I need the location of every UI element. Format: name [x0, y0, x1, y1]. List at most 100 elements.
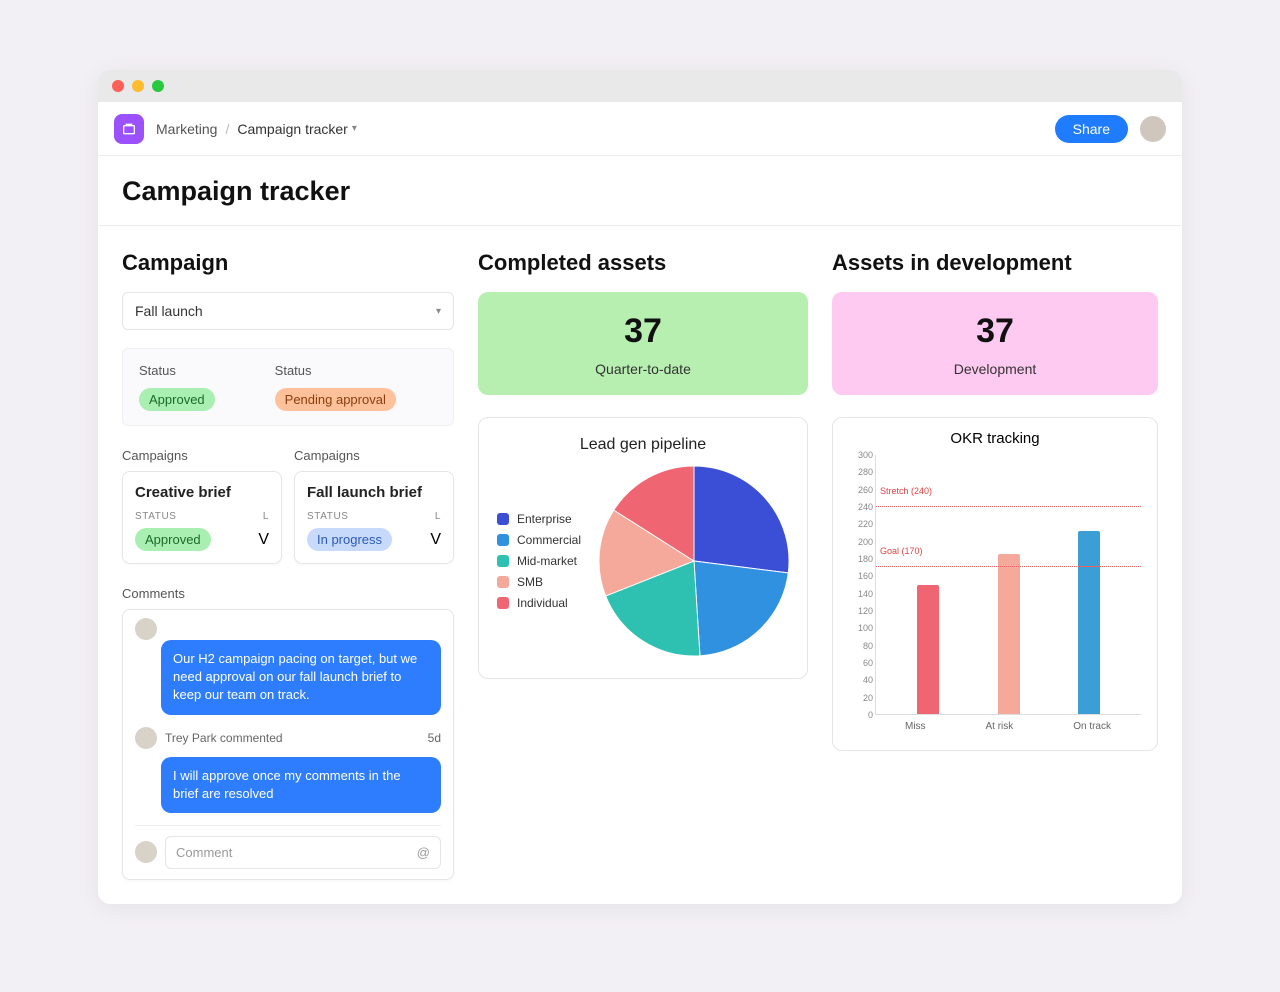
current-user-avatar — [135, 841, 157, 863]
legend-item[interactable]: Mid-market — [497, 554, 581, 568]
legend-label: SMB — [517, 575, 543, 589]
y-tick: 300 — [858, 450, 873, 460]
left-column: Campaign Fall launch ▾ Status Approved S… — [122, 250, 454, 880]
commenter-avatar — [135, 618, 157, 640]
x-label: On track — [1073, 721, 1111, 732]
breadcrumb-current[interactable]: Campaign tracker ▾ — [237, 121, 357, 137]
x-label: At risk — [985, 721, 1013, 732]
comment-placeholder: Comment — [176, 845, 232, 860]
window-minimize-button[interactable] — [132, 80, 144, 92]
card-title: Creative brief — [135, 484, 269, 501]
status-badge-pending: Pending approval — [275, 388, 396, 411]
y-tick: 0 — [868, 710, 873, 720]
metric-value: 37 — [478, 312, 808, 351]
metric-value: 37 — [832, 312, 1158, 351]
pie-chart-title: Lead gen pipeline — [497, 436, 789, 454]
y-tick: 240 — [858, 502, 873, 512]
chevron-down-icon: ▾ — [352, 123, 357, 134]
breadcrumb-separator: / — [225, 121, 229, 137]
assets-dev-heading: Assets in development — [832, 250, 1158, 276]
window-zoom-button[interactable] — [152, 80, 164, 92]
legend-swatch — [497, 576, 509, 588]
legend-item[interactable]: Enterprise — [497, 512, 581, 526]
completed-assets-heading: Completed assets — [478, 250, 808, 276]
card-col2-label: L — [263, 511, 269, 522]
comment-input[interactable]: Comment @ — [165, 836, 441, 869]
metric-tile-completed: 37 Quarter-to-date — [478, 292, 808, 395]
campaign-card[interactable]: Fall launch brief STATUS L In progress V — [294, 471, 454, 564]
status-block: Status Approved Status Pending approval — [122, 348, 454, 426]
comment-bubble: I will approve once my comments in the b… — [161, 757, 441, 813]
breadcrumb: Marketing / Campaign tracker ▾ — [156, 121, 357, 137]
window-close-button[interactable] — [112, 80, 124, 92]
bar-chart-card: OKR tracking 020406080100120140160180200… — [832, 417, 1158, 751]
bar-on-track[interactable] — [1078, 531, 1100, 714]
campaign-card[interactable]: Creative brief STATUS L Approved V — [122, 471, 282, 564]
y-tick: 40 — [863, 675, 873, 685]
y-tick: 20 — [863, 693, 873, 703]
legend-label: Individual — [517, 596, 568, 610]
comments-heading: Comments — [122, 586, 454, 601]
y-tick: 220 — [858, 519, 873, 529]
user-avatar[interactable] — [1140, 116, 1166, 142]
campaigns-label: Campaigns — [122, 448, 282, 463]
campaign-heading: Campaign — [122, 250, 454, 276]
card-status-label: STATUS — [135, 511, 177, 522]
middle-column: Completed assets 37 Quarter-to-date Lead… — [478, 250, 808, 880]
pie-chart — [599, 466, 789, 656]
card-status-label: STATUS — [307, 511, 349, 522]
share-button[interactable]: Share — [1055, 115, 1128, 143]
status-label: Status — [275, 363, 396, 378]
pie-slice-commercial[interactable] — [694, 561, 788, 656]
metric-tile-development: 37 Development — [832, 292, 1158, 395]
mention-icon[interactable]: @ — [417, 845, 430, 860]
card-col2-value: V — [258, 531, 269, 549]
legend-label: Enterprise — [517, 512, 572, 526]
card-status-badge: Approved — [135, 528, 211, 551]
bar-at-risk[interactable] — [998, 554, 1020, 714]
legend-swatch — [497, 555, 509, 567]
right-column: Assets in development 37 Development OKR… — [832, 250, 1158, 880]
legend-item[interactable]: Commercial — [497, 533, 581, 547]
y-tick: 120 — [858, 606, 873, 616]
bar-y-axis: 0204060801001201401601802002202402602803… — [849, 455, 875, 715]
bar-miss[interactable] — [917, 585, 939, 715]
x-label: Miss — [905, 721, 926, 732]
bar-plot: Stretch (240)Goal (170) — [875, 455, 1141, 715]
commenter-name: Trey Park commented — [165, 731, 283, 745]
comments-panel: Our H2 campaign pacing on target, but we… — [122, 609, 454, 880]
legend-swatch — [497, 597, 509, 609]
y-tick: 100 — [858, 623, 873, 633]
breadcrumb-root[interactable]: Marketing — [156, 121, 217, 137]
pie-legend: Enterprise Commercial Mid-market SMB Individ… — [497, 505, 581, 617]
commenter-avatar — [135, 727, 157, 749]
pie-slice-enterprise[interactable] — [694, 466, 789, 573]
y-tick: 60 — [863, 658, 873, 668]
comment-bubble: Our H2 campaign pacing on target, but we… — [161, 640, 441, 715]
chevron-down-icon: ▾ — [436, 306, 441, 317]
card-col2-value: V — [430, 531, 441, 549]
app-window: Marketing / Campaign tracker ▾ Share Cam… — [98, 70, 1182, 904]
window-titlebar — [98, 70, 1182, 102]
legend-item[interactable]: SMB — [497, 575, 581, 589]
legend-item[interactable]: Individual — [497, 596, 581, 610]
legend-swatch — [497, 513, 509, 525]
card-status-badge: In progress — [307, 528, 392, 551]
y-tick: 140 — [858, 589, 873, 599]
y-tick: 280 — [858, 467, 873, 477]
app-icon[interactable] — [114, 114, 144, 144]
campaign-select[interactable]: Fall launch ▾ — [122, 292, 454, 330]
reference-line — [876, 566, 1141, 567]
legend-swatch — [497, 534, 509, 546]
bar-chart-title: OKR tracking — [849, 430, 1141, 447]
status-label: Status — [139, 363, 215, 378]
y-tick: 260 — [858, 485, 873, 495]
page-title: Campaign tracker — [122, 176, 1158, 207]
metric-caption: Quarter-to-date — [478, 361, 808, 377]
legend-label: Commercial — [517, 533, 581, 547]
y-tick: 180 — [858, 554, 873, 564]
campaign-select-value: Fall launch — [135, 303, 203, 319]
pie-chart-card: Lead gen pipeline Enterprise Commercial Mi… — [478, 417, 808, 679]
metric-caption: Development — [832, 361, 1158, 377]
reference-line — [876, 506, 1141, 507]
